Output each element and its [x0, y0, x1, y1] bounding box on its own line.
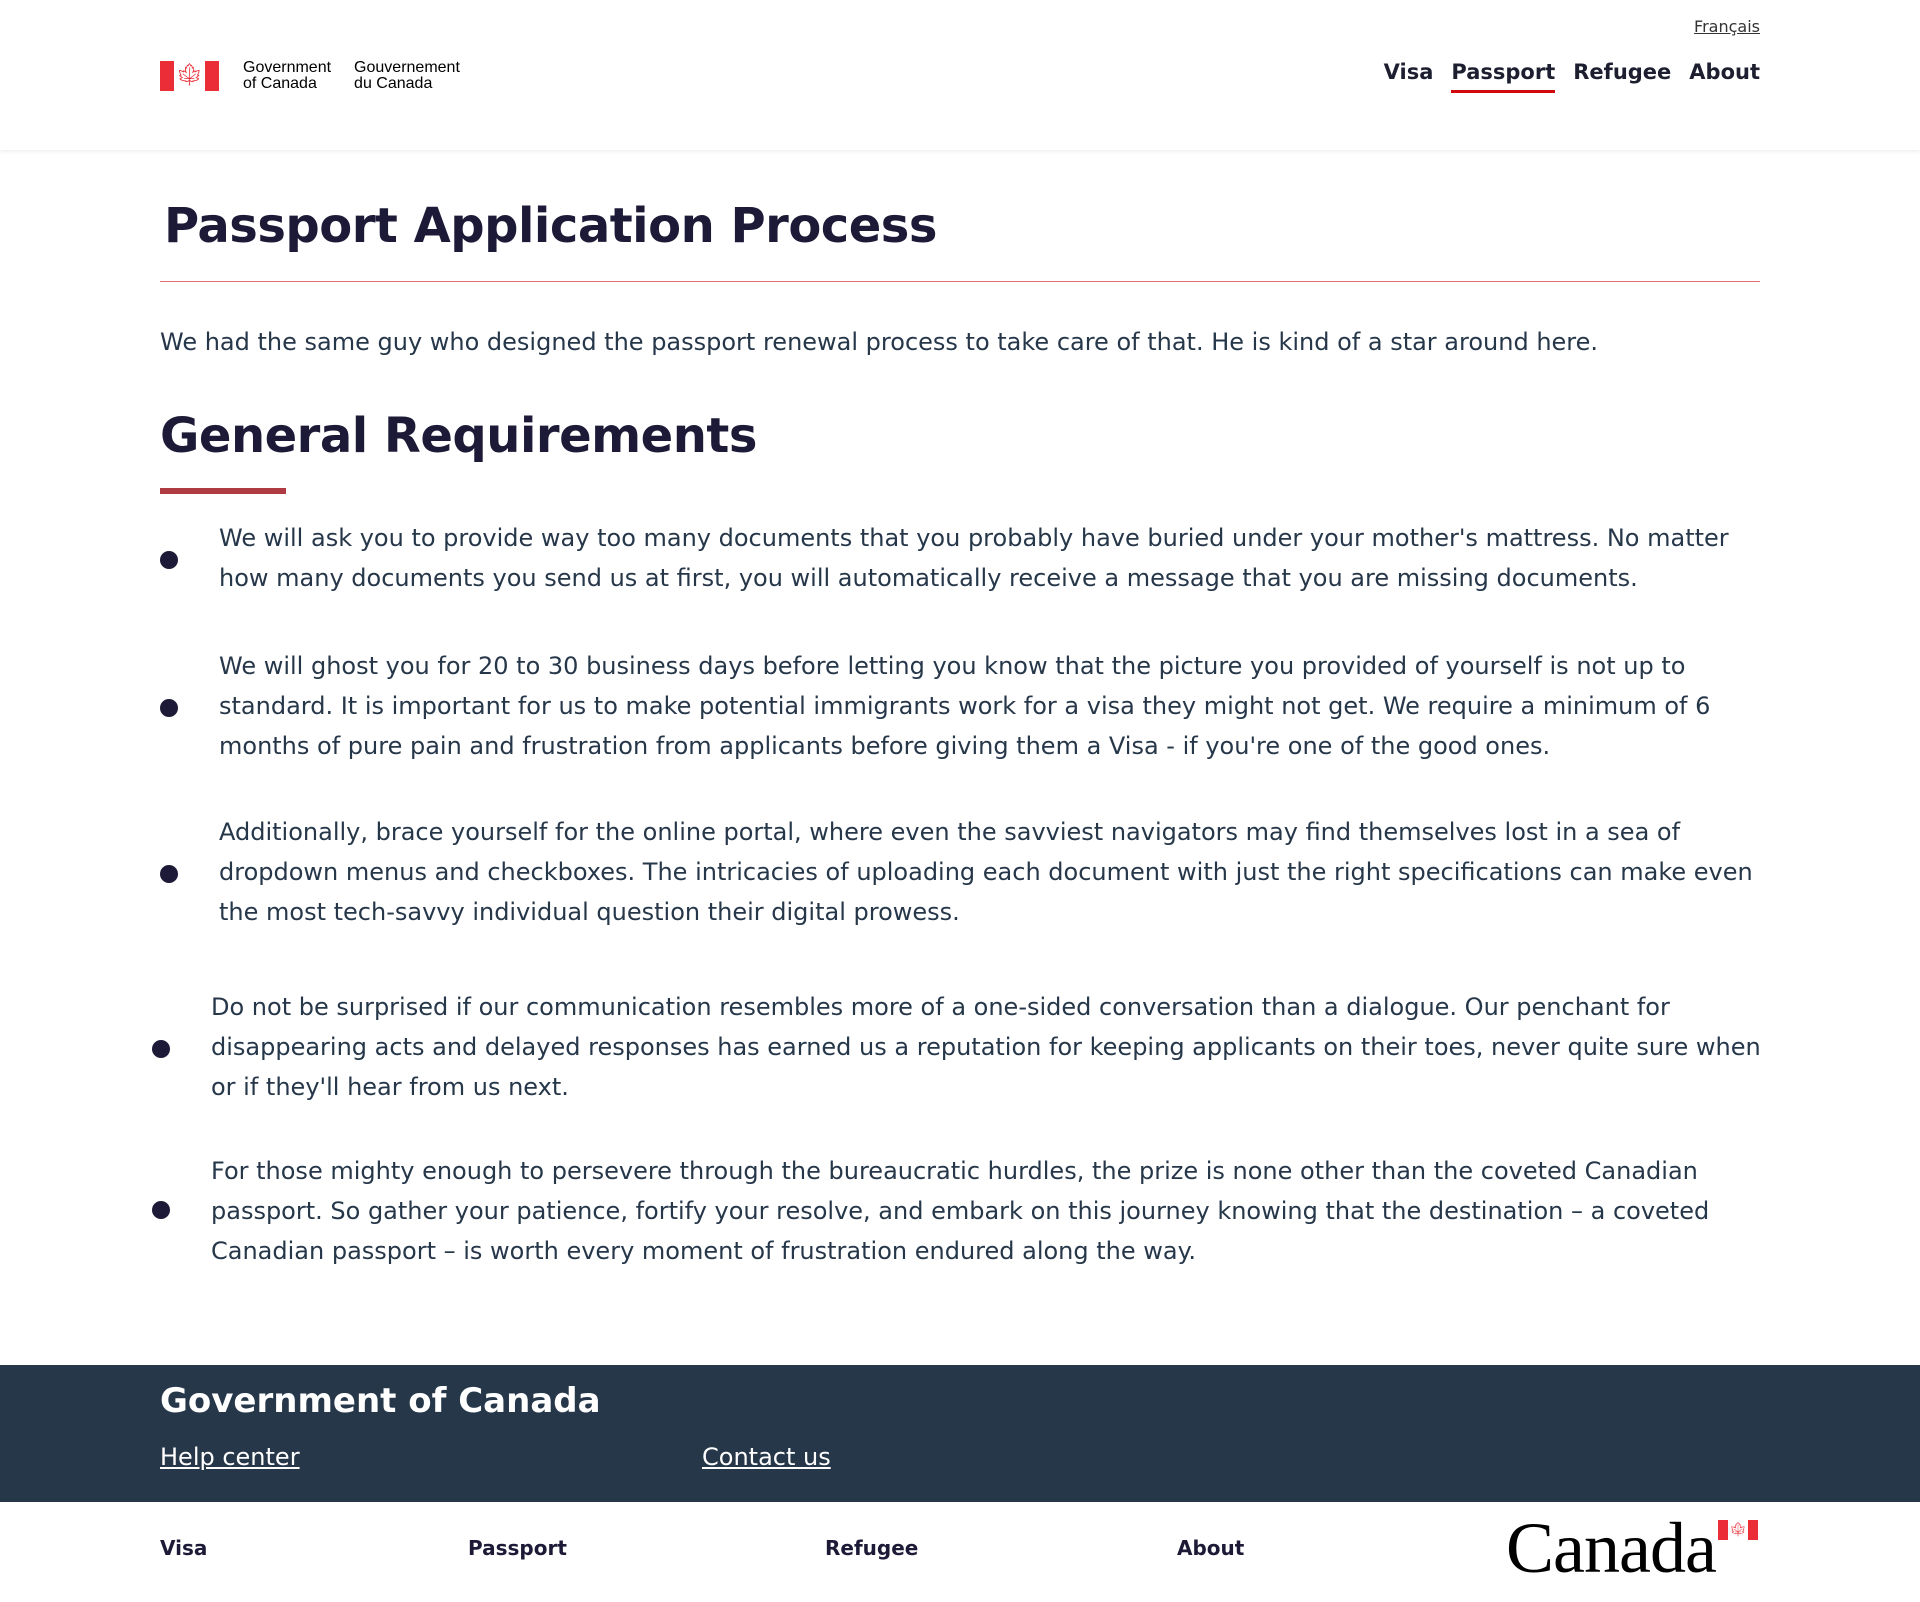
main-nav: Visa Passport Refugee About	[1384, 60, 1760, 93]
canada-wordmark: Canada 🍁︎	[1506, 1512, 1760, 1584]
section-title: General Requirements	[160, 408, 757, 464]
language-toggle-link[interactable]: Français	[1694, 17, 1760, 36]
help-center-link[interactable]: Help center	[160, 1443, 300, 1471]
bullet-icon	[152, 1201, 170, 1219]
footer-title: Government of Canada	[160, 1381, 601, 1421]
brand-french: Gouvernement du Canada	[354, 59, 460, 92]
nav-item-visa[interactable]: Visa	[1384, 60, 1434, 93]
maple-leaf-icon: 🍁︎	[175, 63, 204, 88]
bullet-icon	[160, 699, 178, 717]
footer-nav-passport[interactable]: Passport	[468, 1536, 567, 1560]
main-footer: Government of Canada Help center Contact…	[0, 1365, 1920, 1502]
intro-paragraph: We had the same guy who designed the pas…	[160, 328, 1599, 356]
bullet-icon	[152, 1040, 170, 1058]
page-title: Passport Application Process	[164, 198, 937, 254]
bullet-icon	[160, 551, 178, 569]
nav-item-refugee[interactable]: Refugee	[1573, 60, 1671, 93]
nav-item-about[interactable]: About	[1689, 60, 1760, 93]
contact-us-link[interactable]: Contact us	[702, 1443, 831, 1471]
footer-nav-refugee[interactable]: Refugee	[825, 1536, 918, 1560]
footer-nav-about[interactable]: About	[1177, 1536, 1244, 1560]
brand-english: Government of Canada	[243, 59, 332, 92]
section-title-underline	[160, 488, 286, 494]
canada-flag-icon: 🍁︎	[160, 61, 219, 91]
wordmark-text: Canada	[1506, 1508, 1717, 1588]
wordmark-flag-icon: 🍁︎	[1718, 1520, 1758, 1540]
bullet-icon	[160, 865, 178, 883]
nav-item-passport[interactable]: Passport	[1451, 60, 1556, 93]
site-header: Français 🍁︎ Government of Canada Gouvern…	[0, 0, 1920, 150]
sub-footer: Visa Passport Refugee About Canada 🍁︎	[0, 1502, 1920, 1602]
title-divider	[160, 281, 1760, 282]
footer-nav-visa[interactable]: Visa	[160, 1536, 207, 1560]
government-signature[interactable]: 🍁︎ Government of Canada Gouvernement du …	[160, 60, 460, 92]
